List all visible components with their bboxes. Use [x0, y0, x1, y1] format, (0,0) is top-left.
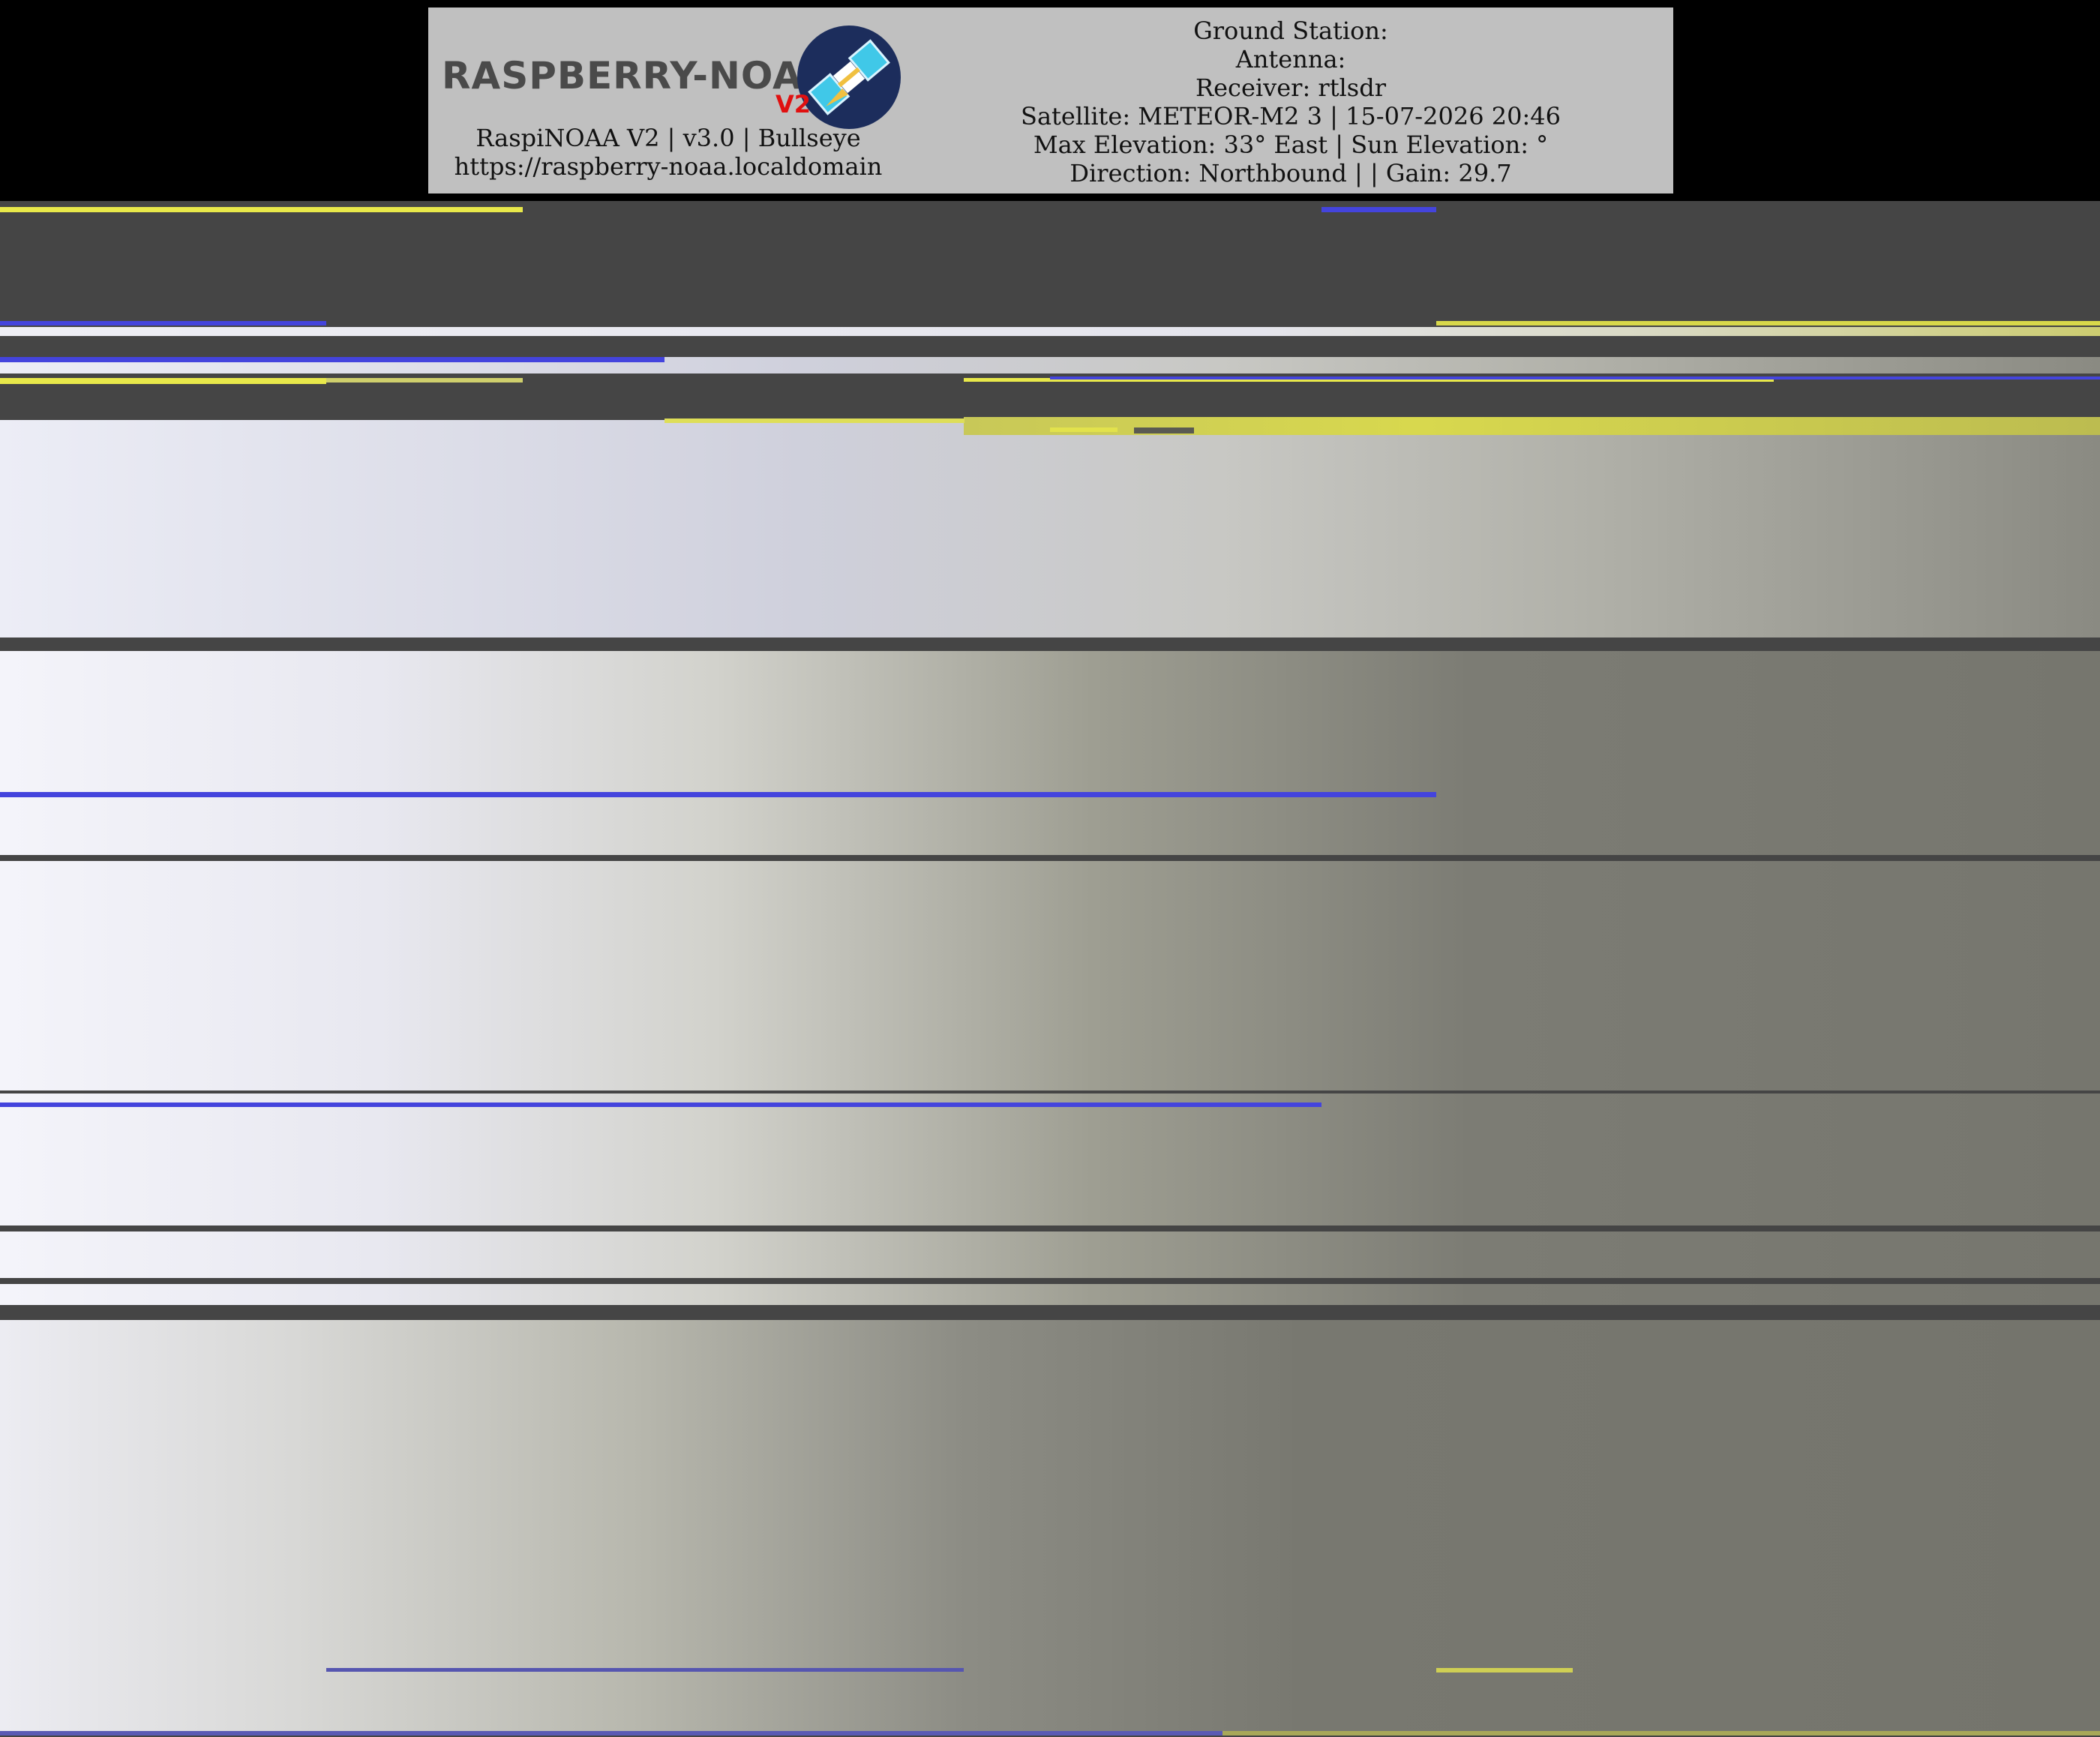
- ground-station-text: Ground Station:: [1193, 16, 1388, 45]
- noise-streak: [326, 1668, 964, 1672]
- noise-streak: [0, 1102, 1322, 1107]
- image-scan-band: [0, 1320, 2100, 1732]
- noise-streak: [664, 418, 964, 423]
- receiver-text: Receiver: rtlsdr: [1196, 74, 1386, 102]
- noise-streak: [1436, 321, 2100, 326]
- satellite-text: Satellite: METEOR-M2 3 | 15-07-2026 20:4…: [1021, 102, 1561, 130]
- image-scan-band: [0, 327, 2100, 336]
- noise-streak: [1050, 428, 1118, 432]
- image-header-banner: RASPBERRY-NOAA V2 RaspiNOAA V2 | v3.0 | …: [428, 8, 1673, 194]
- elevation-text: Max Elevation: 33° East | Sun Elevation:…: [1033, 130, 1549, 159]
- noise-streak: [1322, 207, 1436, 212]
- pass-info: Ground Station: Antenna: Receiver: rtlsd…: [908, 16, 1673, 188]
- noise-streak: [1134, 428, 1194, 434]
- direction-gain-text: Direction: Northbound | | Gain: 29.7: [1070, 159, 1512, 188]
- image-scan-band: [0, 420, 2100, 638]
- image-scan-band: [0, 1284, 2100, 1305]
- image-scan-band: [0, 861, 2100, 1090]
- noise-streak: [0, 378, 326, 384]
- image-scan-band: [0, 651, 2100, 855]
- noise-streak: [0, 792, 1436, 797]
- image-scan-band: [0, 1094, 2100, 1226]
- software-info: RaspiNOAA V2 | v3.0 | Bullseye https://r…: [428, 124, 908, 181]
- noise-streak: [326, 378, 523, 382]
- noise-streak: [0, 321, 326, 326]
- image-scan-band: [0, 1254, 2100, 1268]
- satellite-image-canvas: RASPBERRY-NOAA V2 RaspiNOAA V2 | v3.0 | …: [0, 0, 2100, 1737]
- logo-wordmark: RASPBERRY-NOAA: [442, 54, 832, 98]
- noise-streak: [0, 357, 664, 362]
- noise-streak: [1222, 1731, 2100, 1736]
- meteor-satellite-imagery: [0, 201, 2100, 1737]
- noise-streak: [0, 207, 523, 212]
- logo-version-badge: V2: [776, 90, 812, 118]
- satellite-icon: [797, 26, 901, 129]
- station-url-text: https://raspberry-noaa.localdomain: [454, 152, 883, 181]
- raspberry-noaa-logo: RASPBERRY-NOAA V2: [436, 15, 901, 129]
- antenna-text: Antenna:: [1235, 45, 1346, 74]
- software-version-text: RaspiNOAA V2 | v3.0 | Bullseye: [476, 124, 861, 152]
- noise-streak: [1436, 1668, 1573, 1672]
- noise-streak: [1050, 376, 2100, 380]
